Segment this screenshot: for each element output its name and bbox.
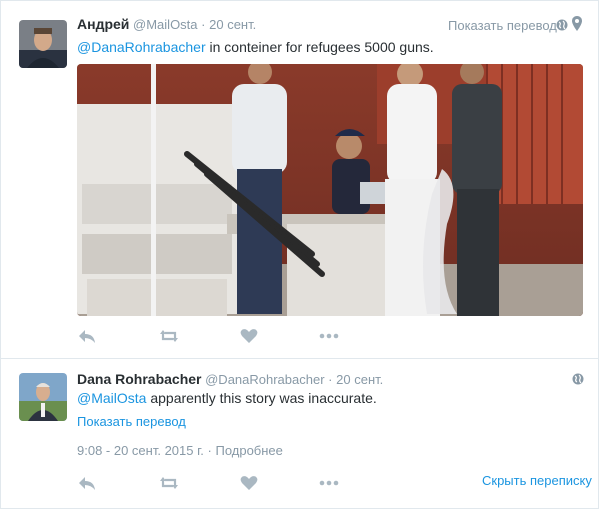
separator: · — [207, 443, 212, 458]
show-translation-link[interactable]: Показать перевод — [77, 414, 186, 429]
tweet-time[interactable]: 20 сент. — [336, 372, 383, 387]
tweet-body: apparently this story was inaccurate. — [146, 390, 377, 406]
tweet-photo[interactable] — [77, 64, 583, 316]
tweet-header: Dana Rohrabacher @DanaRohrabacher · 20 с… — [77, 371, 383, 387]
tweet-body: in conteiner for refugees 5000 guns. — [205, 39, 434, 55]
tweet-time[interactable]: 20 сент. — [209, 17, 256, 32]
photo-image — [77, 64, 583, 316]
mention-link[interactable]: @MailOsta — [77, 390, 146, 406]
avatar[interactable] — [19, 20, 67, 68]
mention-link[interactable]: @DanaRohrabacher — [77, 39, 206, 55]
tweet-actions — [77, 473, 377, 493]
tweet-meta: 9:08 - 20 сент. 2015 г. · Подробнее — [77, 443, 283, 458]
separator: · — [201, 17, 206, 32]
like-icon[interactable] — [239, 326, 259, 346]
globe-icon — [556, 19, 568, 31]
author-handle[interactable]: @DanaRohrabacher — [205, 372, 324, 387]
tweet-actions — [77, 326, 377, 346]
author-name[interactable]: Андрей — [77, 16, 129, 32]
author-name[interactable]: Dana Rohrabacher — [77, 371, 201, 387]
retweet-icon[interactable] — [159, 326, 179, 346]
conversation-card: Андрей @MailOsta · 20 сент. Показать пер… — [0, 0, 599, 509]
globe-icon — [572, 373, 584, 385]
avatar-image — [19, 373, 67, 421]
tweet-text: @DanaRohrabacher in conteiner for refuge… — [77, 39, 434, 55]
avatar-image — [19, 20, 67, 68]
show-translation-link[interactable]: Показать перевод — [448, 18, 557, 33]
tweet-dana[interactable]: Dana Rohrabacher @DanaRohrabacher · 20 с… — [1, 359, 598, 508]
location-pin-icon — [572, 16, 582, 31]
separator: · — [328, 372, 333, 387]
avatar[interactable] — [19, 373, 67, 421]
tweet-header: Андрей @MailOsta · 20 сент. — [77, 16, 256, 32]
retweet-icon[interactable] — [159, 473, 179, 493]
more-icon[interactable] — [319, 473, 339, 493]
reply-icon[interactable] — [77, 473, 97, 493]
tweet-andrey[interactable]: Андрей @MailOsta · 20 сент. Показать пер… — [1, 1, 598, 359]
tweet-text: @MailOsta apparently this story was inac… — [77, 390, 377, 406]
like-icon[interactable] — [239, 473, 259, 493]
reply-icon[interactable] — [77, 326, 97, 346]
author-handle[interactable]: @MailOsta — [133, 17, 198, 32]
tweet-timestamp[interactable]: 9:08 - 20 сент. 2015 г. — [77, 443, 204, 458]
hide-conversation-link[interactable]: Скрыть переписку — [482, 473, 592, 488]
details-link[interactable]: Подробнее — [215, 443, 282, 458]
more-icon[interactable] — [319, 326, 339, 346]
